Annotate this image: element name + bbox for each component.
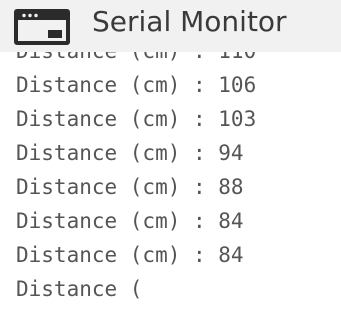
serial-output-line: Distance (cm) : 94 bbox=[16, 141, 244, 165]
serial-output-area[interactable]: Distance (cm) : 110 Distance (cm) : 106 … bbox=[0, 52, 341, 324]
serial-output-line: Distance (cm) : 84 bbox=[16, 243, 244, 267]
serial-output-lines: Distance (cm) : 110 Distance (cm) : 106 … bbox=[16, 52, 256, 306]
serial-output-line: Distance (cm) : 88 bbox=[16, 175, 244, 199]
serial-monitor-window: Serial Monitor Distance (cm) : 110 Dista… bbox=[0, 0, 341, 324]
serial-output-line: Distance ( bbox=[16, 277, 143, 301]
window-title: Serial Monitor bbox=[92, 5, 287, 38]
serial-output-line: Distance (cm) : 84 bbox=[16, 209, 244, 233]
serial-output-line: Distance (cm) : 106 bbox=[16, 73, 257, 97]
serial-output-line: Distance (cm) : 103 bbox=[16, 107, 257, 131]
partial-line-fade bbox=[188, 288, 208, 318]
serial-output-line: Distance (cm) : 110 bbox=[16, 52, 256, 68]
title-bar: Serial Monitor bbox=[0, 0, 341, 52]
window-icon bbox=[14, 9, 70, 45]
